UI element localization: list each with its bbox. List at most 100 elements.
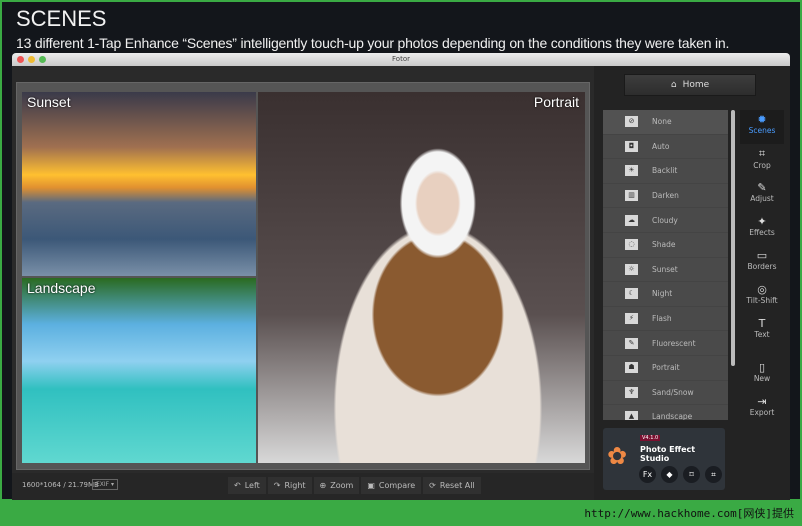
scene-label: Fluorescent — [652, 338, 696, 348]
tool-scenes[interactable]: ✹ Scenes — [740, 110, 784, 144]
scene-item-night[interactable]: ☾ Night — [603, 282, 728, 307]
scene-item-shade[interactable]: ◌ Shade — [603, 233, 728, 258]
scene-label: None — [652, 117, 672, 127]
scene-label: Cloudy — [652, 215, 678, 225]
sunset-photo: Sunset — [22, 92, 256, 276]
zoom-button[interactable]: ⊕ Zoom — [313, 477, 360, 494]
tool-tilt-shift[interactable]: ◎ Tilt-Shift — [740, 280, 784, 314]
promo-version: V4.1.0 — [640, 435, 661, 441]
tool-effects[interactable]: ✦ Effects — [740, 212, 784, 246]
title-bar: Fotor — [12, 53, 790, 66]
scene-icon: ☗ — [625, 362, 638, 374]
scene-item-darken[interactable]: ▥ Darken — [603, 184, 728, 209]
scene-icon: ☼ — [625, 263, 638, 275]
app-window: Fotor Sunset Landscape Portrait 1600*106… — [12, 53, 790, 500]
scene-icon: ⊘ — [625, 116, 638, 128]
scene-icon: ☀ — [625, 165, 638, 177]
scene-icon: ☁ — [625, 214, 638, 226]
scene-icon: ☾ — [625, 288, 638, 300]
scene-label: Sunset — [652, 264, 678, 274]
compare-icon: ▣ — [367, 481, 375, 490]
page-title: SCENES — [16, 6, 107, 31]
scene-label: Night — [652, 289, 673, 299]
image-canvas[interactable]: Sunset Landscape Portrait — [16, 82, 590, 470]
tool-new[interactable]: ▯ New — [740, 358, 784, 392]
portrait-label: Portrait — [533, 94, 579, 110]
button-label: Zoom — [330, 481, 354, 490]
promo-banner[interactable]: ✿ V4.1.0 Photo Effect Studio Fx ◆ ⌑ ⌗ — [603, 428, 725, 490]
scene-label: Backlit — [652, 166, 678, 176]
close-button[interactable] — [17, 56, 24, 63]
compare-button[interactable]: ▣ Compare — [361, 477, 422, 494]
scene-icon: ◌ — [625, 239, 638, 251]
scene-icon: ✎ — [625, 337, 638, 349]
tool-label: Borders — [747, 262, 777, 271]
new-icon: ▯ — [758, 361, 766, 374]
scene-item-backlit[interactable]: ☀ Backlit — [603, 159, 728, 184]
image-info: 1600*1064 / 21.79MB — [22, 481, 99, 489]
scene-item-none[interactable]: ⊘ None — [603, 110, 728, 135]
tool-label: Adjust — [750, 194, 774, 203]
home-button[interactable]: ⌂ Home — [624, 74, 756, 96]
tool-export[interactable]: ⇥ Export — [740, 392, 784, 426]
scene-item-sunset[interactable]: ☼ Sunset — [603, 258, 728, 283]
home-label: Home — [682, 80, 710, 90]
button-label: Left — [244, 481, 260, 490]
tool-label: New — [753, 374, 771, 383]
tool-crop[interactable]: ⌗ Crop — [740, 144, 784, 178]
scene-icon: ▲ — [625, 411, 638, 420]
rotate-left-icon: ↶ — [234, 481, 241, 490]
scene-icon: ⚡ — [625, 313, 638, 325]
minimize-button[interactable] — [28, 56, 35, 63]
tool-adjust[interactable]: ✎ Adjust — [740, 178, 784, 212]
scene-item-auto[interactable]: ◘ Auto — [603, 135, 728, 160]
scene-label: Portrait — [652, 363, 680, 373]
scrollbar[interactable] — [731, 110, 735, 366]
adjust-icon: ✎ — [757, 181, 767, 194]
scene-item-cloudy[interactable]: ☁ Cloudy — [603, 208, 728, 233]
scenes-icon: ✹ — [757, 113, 767, 126]
tool-label: Export — [749, 408, 775, 417]
scene-icon: ♆ — [625, 386, 638, 398]
landscape-label: Landscape — [27, 280, 96, 296]
scene-icon: ▥ — [625, 190, 638, 202]
tool-label: Scenes — [748, 126, 776, 135]
scene-item-fluorescent[interactable]: ✎ Fluorescent — [603, 331, 728, 356]
reset-all-button[interactable]: ⟳ Reset All — [423, 477, 481, 494]
scenes-list: ⊘ None ◘ Auto ☀ Backlit ▥ Darken ☁ Cloudy ◌ Shade ☼ S… — [603, 110, 728, 420]
tool-label: Crop — [753, 161, 771, 170]
scene-item-landscape[interactable]: ▲ Landscape — [603, 405, 728, 420]
maximize-button[interactable] — [39, 56, 46, 63]
crop-icon: ⌗ — [758, 147, 766, 160]
reset-icon: ⟳ — [429, 481, 436, 490]
right-button[interactable]: ↷ Right — [267, 477, 312, 494]
scene-label: Darken — [652, 191, 679, 201]
app-logo-icon: ✿ — [607, 442, 628, 470]
promo-feature-icon: Fx — [639, 466, 656, 483]
tool-text[interactable]: T Text — [740, 314, 784, 348]
scene-label: Sand/Snow — [652, 387, 694, 397]
promo-feature-icon: ⌗ — [705, 466, 722, 483]
tool-borders[interactable]: ▭ Borders — [740, 246, 784, 280]
rotate-right-icon: ↷ — [273, 481, 281, 490]
tool-sidebar: ✹ Scenes ⌗ Crop ✎ Adjust ✦ Effects ▭ Borders ◎ Tilt… — [740, 110, 784, 426]
button-label: Right — [284, 481, 306, 490]
scene-item-flash[interactable]: ⚡ Flash — [603, 307, 728, 332]
portrait-photo: Portrait — [258, 92, 585, 463]
text-icon: T — [758, 317, 766, 330]
sunset-label: Sunset — [27, 94, 71, 110]
footer-credit: http://www.hackhome.com[网侠]提供 — [584, 507, 794, 520]
promo-feature-icon: ◆ — [661, 466, 678, 483]
bottom-toolbar: 1600*1064 / 21.79MB EXIF ▾ ↶ Left ↷ Right ⊕ Z… — [12, 473, 594, 500]
left-button[interactable]: ↶ Left — [228, 477, 266, 494]
scene-label: Landscape — [652, 412, 693, 420]
scene-icon: ◘ — [625, 140, 638, 152]
landscape-photo: Landscape — [22, 278, 256, 463]
page-subtitle: 13 different 1-Tap Enhance “Scenes” inte… — [16, 35, 730, 51]
effects-icon: ✦ — [757, 215, 767, 228]
button-label: Compare — [378, 481, 416, 490]
scene-label: Shade — [652, 240, 676, 250]
scene-item-portrait[interactable]: ☗ Portrait — [603, 356, 728, 381]
exif-button[interactable]: EXIF ▾ — [92, 479, 119, 490]
scene-item-sand-snow[interactable]: ♆ Sand/Snow — [603, 381, 728, 406]
